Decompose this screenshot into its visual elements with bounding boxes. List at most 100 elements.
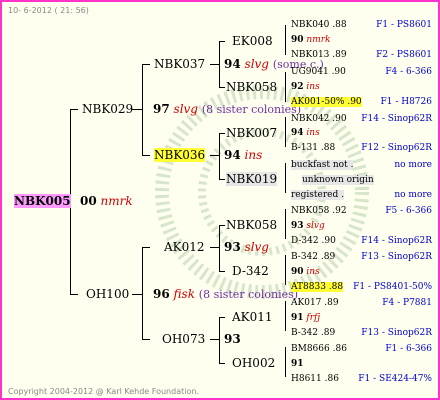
g3-3-label: NBK019 xyxy=(226,172,278,186)
g4-tag-2: 93 slvg xyxy=(291,219,325,233)
g4-tag-5-num: 91 xyxy=(291,359,304,369)
g4-tag-1: 92 ins xyxy=(291,80,320,94)
g4-13-src[interactable]: F4 - P7881 xyxy=(382,296,432,310)
g4-9[interactable]: NBK058 .92 xyxy=(291,204,347,218)
g3-4-tag: slvg xyxy=(244,240,269,254)
g2-3-rating: 93 xyxy=(224,332,241,346)
g4-13[interactable]: AK017 .89 xyxy=(291,296,339,310)
g4-9-src[interactable]: F5 - 6-366 xyxy=(385,204,432,218)
g3-0-name[interactable]: EK008 xyxy=(232,34,273,48)
g4-10[interactable]: D-342 .90 xyxy=(291,234,336,248)
root-tag: nmrk xyxy=(100,194,133,208)
g4-9-val: .92 xyxy=(332,206,347,216)
g4-4-src[interactable]: F14 - Sinop62R xyxy=(361,112,432,126)
g4-9-id: NBK058 xyxy=(291,206,330,216)
g3-4-name[interactable]: NBK058 xyxy=(226,218,277,232)
g1-bottom[interactable]: OH100 xyxy=(86,287,129,301)
g4-12[interactable]: AT8833 .88 xyxy=(291,280,344,294)
g3-1-name[interactable]: NBK058 xyxy=(226,80,277,94)
g3-0-tag: slvg xyxy=(244,57,269,71)
g4-tag-3-tag: ins xyxy=(306,267,320,277)
g2-1-name[interactable]: NBK036 xyxy=(154,148,206,162)
g4-15-src[interactable]: F1 - 6-366 xyxy=(385,342,432,356)
root-name: NBK005 xyxy=(14,194,71,208)
g4-3[interactable]: AK001-50% .90 xyxy=(291,95,362,109)
g2-1-label: NBK036 xyxy=(154,148,206,162)
g4-10-src[interactable]: F14 - Sinop62R xyxy=(361,234,432,248)
g4-1-src[interactable]: F2 - PS8601 xyxy=(376,48,432,62)
g4-12-val: .88 xyxy=(328,282,344,292)
g4-5-id: B-131 xyxy=(291,143,318,153)
g4-5[interactable]: B-131 .88 xyxy=(291,141,335,155)
g3-3-name[interactable]: NBK019 xyxy=(226,172,278,186)
g4-tag-0-num: 90 xyxy=(291,35,304,45)
g4-2-src[interactable]: F4 - 6-366 xyxy=(385,65,432,79)
g4-13-id: AK017 xyxy=(291,298,322,308)
g4-0-val: .88 xyxy=(332,20,347,30)
g4-15[interactable]: BM8666 .86 xyxy=(291,342,347,356)
g4-13-val: .89 xyxy=(324,298,339,308)
g1-top[interactable]: NBK029 xyxy=(82,102,133,116)
g3-2-name[interactable]: NBK007 xyxy=(226,126,277,140)
g4-tag-1-num: 92 xyxy=(291,82,304,92)
g2-3-name[interactable]: OH073 xyxy=(162,332,205,346)
g2-2-tag: fisk xyxy=(173,287,195,301)
g4-11-id: B-342 xyxy=(291,252,318,262)
g4-2-id: UG9041 xyxy=(291,67,329,77)
g4-4[interactable]: NBK042 .90 xyxy=(291,112,347,126)
g4-6-val: . xyxy=(350,160,354,170)
g4-6-id: buckfast not xyxy=(291,160,348,170)
g4-14[interactable]: B-342 .89 xyxy=(291,326,335,340)
g4-0-id: NBK040 xyxy=(291,20,330,30)
g2-0-num: 97 xyxy=(153,102,170,116)
g4-ins-num: 94 xyxy=(291,128,304,138)
g4-tag-0: 90 nmrk xyxy=(291,33,331,47)
g2-2-note: (8 sister colonies) xyxy=(198,288,299,301)
g4-12-src[interactable]: F1 - PS8401-50% xyxy=(353,280,432,294)
g2-0-name[interactable]: NBK037 xyxy=(154,57,205,71)
g2-2-rating: 96 fisk (8 sister colonies) xyxy=(153,287,298,302)
timestamp: 10- 6-2012 ( 21: 56) xyxy=(8,6,89,15)
g2-3-num: 93 xyxy=(224,332,241,346)
g4-tag-1-tag: ins xyxy=(306,82,320,92)
g2-2-name[interactable]: AK012 xyxy=(164,240,205,254)
g3-7-name[interactable]: OH002 xyxy=(232,356,275,370)
g4-tag-4-num: 91 xyxy=(291,313,304,323)
g2-0-note: (8 sister colonies) xyxy=(201,103,302,116)
g4-3-src[interactable]: F1 - H8726 xyxy=(381,95,433,109)
g4-0-src[interactable]: F1 - PS8601 xyxy=(376,18,432,32)
g4-tag-0-tag: nmrk xyxy=(306,35,331,45)
g4-5-src[interactable]: F12 - Sinop62R xyxy=(361,141,432,155)
g4-tag-5: 91 xyxy=(291,357,304,371)
g4-11[interactable]: B-342 .89 xyxy=(291,250,335,264)
g4-2[interactable]: UG9041 .90 xyxy=(291,65,346,79)
g4-8[interactable]: registered . xyxy=(291,188,344,202)
root-queen[interactable]: NBK005 xyxy=(14,194,71,208)
copyright: Copyright 2004-2012 @ Karl Kehde Foundat… xyxy=(8,387,199,396)
pedigree-frame: 10- 6-2012 ( 21: 56) NBK005 00 nmrk NBK0… xyxy=(0,0,440,400)
g4-6[interactable]: buckfast not . xyxy=(291,158,354,172)
g3-6-name[interactable]: AK011 xyxy=(232,310,273,324)
g3-4-num: 93 xyxy=(224,240,241,254)
g4-4-val: .90 xyxy=(332,114,347,124)
g2-0-rating: 97 slvg (8 sister colonies) xyxy=(153,102,301,117)
g4-0[interactable]: NBK040 .88 xyxy=(291,18,347,32)
g3-5-name[interactable]: D-342 xyxy=(232,264,269,278)
g4-1[interactable]: NBK013 .89 xyxy=(291,48,347,62)
g4-tag-4: 91 frfj xyxy=(291,311,320,325)
g4-16-id: H8611 xyxy=(291,374,322,384)
g4-11-src[interactable]: F13 - Sinop62R xyxy=(361,250,432,264)
g4-16-src[interactable]: F1 - SE424-47% xyxy=(358,372,432,386)
g4-16[interactable]: H8611 .86 xyxy=(291,372,339,386)
g4-8-val: . xyxy=(341,190,344,200)
g4-6-src[interactable]: no more xyxy=(394,158,432,172)
g4-14-src[interactable]: F13 - Sinop62R xyxy=(361,326,432,340)
g4-7-id: unknown origin xyxy=(302,175,374,185)
g4-8-src[interactable]: no more xyxy=(394,188,432,202)
g4-10-val: .90 xyxy=(321,236,336,246)
g4-7: unknown origin xyxy=(302,173,374,187)
g4-3-id: AK001-50% xyxy=(291,97,345,107)
root-rating: 00 nmrk xyxy=(80,194,133,208)
g4-1-val: .89 xyxy=(332,50,347,60)
g4-10-id: D-342 xyxy=(291,236,319,246)
